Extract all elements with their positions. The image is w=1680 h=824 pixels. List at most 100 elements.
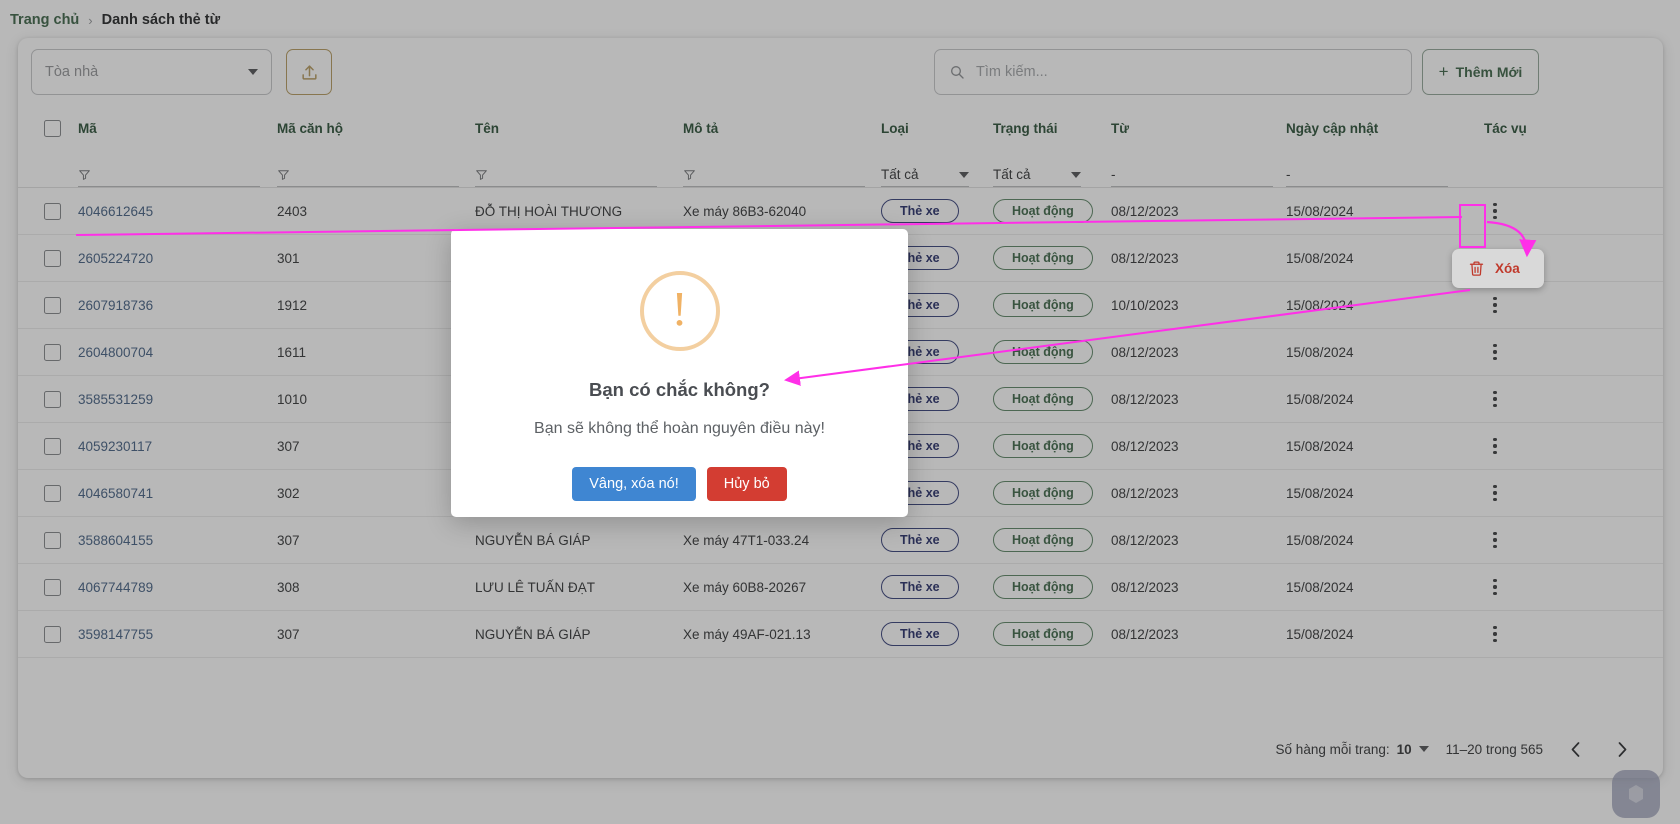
breadcrumb: Trang chủ › Danh sách thẻ từ (10, 12, 220, 28)
cell-loai: Thẻ xe (881, 622, 993, 646)
cell-trang-thai: Hoạt động (993, 199, 1111, 223)
row-actions-button[interactable] (1484, 388, 1506, 410)
row-select-cell (18, 343, 78, 361)
search-input[interactable] (976, 64, 1397, 80)
breadcrumb-home-link[interactable]: Trang chủ (10, 12, 79, 28)
filter-icon (476, 170, 487, 180)
row-select-cell (18, 202, 78, 220)
chevron-right-icon (1618, 741, 1626, 757)
filter-input-ma[interactable] (78, 163, 260, 187)
chevron-left-icon (1571, 741, 1579, 757)
modal-confirm-button[interactable]: Vâng, xóa nó! (572, 467, 696, 501)
column-header-mo-ta[interactable]: Mô tả (683, 121, 881, 136)
row-id-link[interactable]: 3585531259 (78, 392, 153, 407)
cell-mo-ta: Xe máy 47T1-033.24 (683, 532, 810, 548)
row-checkbox[interactable] (44, 625, 61, 643)
row-id-link[interactable]: 3598147755 (78, 627, 153, 642)
exclamation-glyph: ! (671, 280, 688, 336)
row-actions-button[interactable] (1484, 529, 1506, 551)
pagination-range: 11–20 trong 565 (1445, 741, 1543, 757)
row-checkbox[interactable] (44, 249, 61, 267)
table-row[interactable]: 3588604155 307 NGUYỄN BÁ GIÁP Xe máy 47T1-0… (18, 517, 1663, 564)
row-checkbox[interactable] (44, 531, 61, 549)
filter-select-trang-thai[interactable]: Tất cả (993, 163, 1081, 187)
type-badge: Thẻ xe (881, 528, 959, 552)
filter-cell-ma (78, 163, 277, 187)
floating-action-button[interactable] (1612, 770, 1660, 818)
row-checkbox[interactable] (44, 437, 61, 455)
cell-trang-thai: Hoạt động (993, 481, 1111, 505)
column-header-ten[interactable]: Tên (475, 121, 683, 136)
cell-ma-can-ho: 302 (277, 485, 300, 501)
row-id-link[interactable]: 2607918736 (78, 298, 153, 313)
filter-input-mo-ta[interactable] (683, 163, 865, 187)
row-id-link[interactable]: 3588604155 (78, 533, 153, 548)
filter-input-tu[interactable]: - (1111, 163, 1273, 187)
row-actions-button[interactable] (1484, 576, 1506, 598)
row-checkbox[interactable] (44, 202, 61, 220)
row-actions-button[interactable] (1484, 435, 1506, 457)
row-checkbox[interactable] (44, 343, 61, 361)
filter-input-ngay-cap-nhat[interactable]: - (1286, 163, 1448, 187)
cell-tu: 08/12/2023 (1111, 532, 1179, 548)
row-id-link[interactable]: 4046580741 (78, 486, 153, 501)
cell-ma-can-ho: 307 (277, 438, 300, 454)
row-actions-button[interactable] (1484, 341, 1506, 363)
select-all-cell (18, 119, 78, 137)
modal-actions: Vâng, xóa nó! Hủy bỏ (451, 467, 908, 501)
column-header-ngay-cap-nhat[interactable]: Ngày cập nhật (1286, 121, 1484, 136)
row-id-link[interactable]: 2605224720 (78, 251, 153, 266)
table-row[interactable]: 4067744789 308 LƯU LÊ TUẤN ĐẠT Xe máy 60B8-… (18, 564, 1663, 611)
cell-ma: 4059230117 (78, 439, 277, 454)
search-box[interactable] (934, 49, 1412, 95)
column-header-ma-can-ho[interactable]: Mã căn hộ (277, 121, 475, 136)
prev-page-button[interactable] (1560, 734, 1590, 764)
row-actions-button[interactable] (1484, 482, 1506, 504)
chat-bubble-icon (1629, 785, 1643, 803)
status-badge: Hoạt động (993, 528, 1093, 552)
row-id-link[interactable]: 4067744789 (78, 580, 153, 595)
building-select[interactable]: Tòa nhà (31, 49, 272, 95)
upload-button[interactable] (286, 49, 332, 95)
cell-mo-ta: Xe máy 49AF-021.13 (683, 626, 811, 642)
status-badge: Hoạt động (993, 199, 1093, 223)
row-actions-button[interactable] (1484, 623, 1506, 645)
row-checkbox[interactable] (44, 484, 61, 502)
column-header-loai[interactable]: Loại (881, 121, 993, 136)
modal-cancel-button[interactable]: Hủy bỏ (706, 467, 787, 501)
row-actions-button[interactable] (1484, 200, 1506, 222)
next-page-button[interactable] (1607, 734, 1637, 764)
cell-ma-can-ho: 307 (277, 532, 300, 548)
cell-trang-thai: Hoạt động (993, 246, 1111, 270)
table-row[interactable]: 3598147755 307 NGUYỄN BÁ GIÁP Xe máy 49AF-0… (18, 611, 1663, 658)
rows-per-page[interactable]: Số hàng mỗi trang: 10 (1276, 742, 1429, 757)
status-badge: Hoạt động (993, 575, 1093, 599)
cell-tac-vu (1484, 435, 1614, 457)
add-new-button[interactable]: + Thêm Mới (1422, 49, 1539, 95)
filter-icon (79, 170, 90, 180)
cell-ngay-cap-nhat: 15/08/2024 (1286, 579, 1354, 595)
row-id-link[interactable]: 2604800704 (78, 345, 153, 360)
table-row[interactable]: 4046612645 2403 ĐỖ THỊ HOÀI THƯƠNG Xe máy 8… (18, 188, 1663, 235)
filter-select-loai[interactable]: Tất cả (881, 163, 969, 187)
row-select-cell (18, 625, 78, 643)
row-id-link[interactable]: 4046612645 (78, 204, 153, 219)
row-context-menu[interactable]: Xóa (1452, 249, 1544, 288)
filter-input-ten[interactable] (475, 163, 657, 187)
row-checkbox[interactable] (44, 296, 61, 314)
filter-input-ma-can-ho[interactable] (277, 163, 459, 187)
cell-ma-can-ho: 1611 (277, 344, 307, 360)
status-badge: Hoạt động (993, 293, 1093, 317)
cell-tac-vu (1484, 388, 1614, 410)
row-checkbox[interactable] (44, 390, 61, 408)
column-header-tu[interactable]: Từ (1111, 121, 1286, 136)
cell-ma-can-ho: 1912 (277, 297, 308, 313)
row-actions-button[interactable] (1484, 294, 1506, 316)
context-menu-delete-label: Xóa (1495, 261, 1520, 276)
cell-trang-thai: Hoạt động (993, 340, 1111, 364)
select-all-checkbox[interactable] (44, 119, 61, 137)
row-checkbox[interactable] (44, 578, 61, 596)
column-header-ma[interactable]: Mã (78, 121, 277, 136)
column-header-trang-thai[interactable]: Trạng thái (993, 121, 1111, 136)
row-id-link[interactable]: 4059230117 (78, 439, 152, 454)
